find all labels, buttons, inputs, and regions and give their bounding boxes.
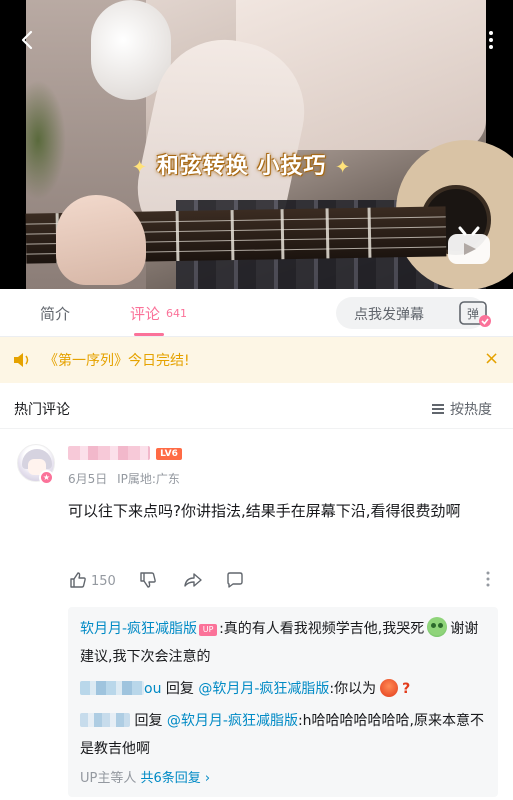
sort-icon xyxy=(432,404,444,414)
tab-intro[interactable]: 简介 xyxy=(40,303,70,324)
replies-footer[interactable]: UP主等人 共6条回复 › xyxy=(80,767,210,786)
reply-author-blurred[interactable] xyxy=(80,713,130,727)
reply-button[interactable] xyxy=(224,570,246,592)
reply-text: :你以为 xyxy=(329,681,377,697)
back-arrow-icon xyxy=(21,30,33,50)
chevron-right-icon: › xyxy=(204,771,211,786)
like-button[interactable]: 150 xyxy=(68,570,116,592)
danmaku-button-label: 弹 xyxy=(467,307,479,321)
sparkle-icon: ✦ xyxy=(132,157,149,178)
hot-comments-header: 热门评论 按热度 xyxy=(0,383,513,429)
replies-footer-prefix: UP主等人 xyxy=(80,771,137,786)
avatar-badge-icon: ★ xyxy=(39,470,54,485)
reply-text: :真的有人看我视频学吉他,我哭死 xyxy=(219,621,425,637)
video-caption: ✦ 和弦转换 小技巧 ✦ xyxy=(132,148,351,180)
video-caption-text: 和弦转换 小技巧 xyxy=(156,154,327,179)
username-blurred[interactable] xyxy=(68,446,150,460)
more-vertical-icon xyxy=(486,571,490,587)
level-badge: LV6 xyxy=(156,448,182,460)
replies-box[interactable]: 软月月-疯狂减脂版 UP:真的有人看我视频学吉他,我哭死 谢谢建议,我下次会注意的 … xyxy=(68,607,498,797)
video-player[interactable]: ✦ 和弦转换 小技巧 ✦ xyxy=(0,0,513,289)
reply-word: 回复 xyxy=(165,681,194,697)
tab-active-indicator xyxy=(134,333,164,336)
share-button[interactable] xyxy=(182,570,204,592)
more-options-button[interactable] xyxy=(483,28,499,54)
reply-mention[interactable]: @软月月-疯狂减脂版 xyxy=(167,713,298,729)
like-count: 150 xyxy=(91,574,116,589)
announcement-text: 《第一序列》今日完结! xyxy=(44,353,190,369)
comment-date: 6月5日 xyxy=(68,472,108,486)
video-plant xyxy=(26,80,66,200)
announcement-bar[interactable]: 《第一序列》今日完结! × xyxy=(0,337,513,383)
thumb-up-icon xyxy=(70,572,86,588)
more-vertical-icon xyxy=(489,31,493,35)
reply-item: ou 回复 @软月月-疯狂减脂版:你以为? xyxy=(80,675,410,703)
angry-emoji-icon xyxy=(380,679,399,697)
dislike-button[interactable] xyxy=(138,570,158,592)
video-frame xyxy=(25,0,513,289)
back-button[interactable] xyxy=(14,26,42,54)
danmaku-icon: 弹 xyxy=(459,301,491,327)
reply-author[interactable]: 软月月-疯狂减脂版 xyxy=(80,621,197,637)
comment-ip: IP属地:广东 xyxy=(117,472,180,486)
thumb-down-icon xyxy=(140,572,156,588)
reply-item: 软月月-疯狂减脂版 UP:真的有人看我视频学吉他,我哭死 谢谢建议,我下次会注意的 xyxy=(80,615,490,671)
reply-author-blurred[interactable] xyxy=(80,681,144,695)
tab-comments[interactable]: 评论 641 xyxy=(130,303,187,324)
tv-logo-icon xyxy=(444,222,494,268)
danmaku-placeholder: 点我发弹幕 xyxy=(354,307,424,323)
comment-text: 可以往下来点吗?你讲指法,结果手在屏幕下沿,看得很费劲啊 xyxy=(68,502,461,520)
reply-mention[interactable]: @软月月-疯狂减脂版 xyxy=(198,681,329,697)
reply-word: 回复 xyxy=(134,713,163,729)
reply-item: 回复 @软月月-疯狂减脂版:h哈哈哈哈哈哈哈,原来本意不是教吉他啊 xyxy=(80,707,490,763)
sort-label: 按热度 xyxy=(450,402,492,418)
sort-by-hot-button[interactable]: 按热度 xyxy=(432,399,492,419)
cry-emoji-icon xyxy=(427,617,448,637)
share-icon xyxy=(184,573,202,587)
sparkle-icon: ✦ xyxy=(335,157,352,178)
tab-comments-label: 评论 xyxy=(130,305,161,323)
comment-meta: 6月5日 IP属地:广东 xyxy=(68,470,180,487)
reply-author-suffix[interactable]: ou xyxy=(144,681,161,697)
up-badge: UP xyxy=(199,624,218,636)
view-all-replies-link[interactable]: 共6条回复 xyxy=(141,771,201,786)
hot-comments-title: 热门评论 xyxy=(14,402,70,418)
comment-more-button[interactable] xyxy=(484,570,492,592)
close-icon[interactable]: × xyxy=(484,348,499,369)
danmaku-toggle-button[interactable]: 弹 xyxy=(456,297,492,329)
comments-count: 641 xyxy=(166,307,188,320)
comment-actions: 150 xyxy=(68,570,500,592)
speaker-icon xyxy=(14,353,29,367)
reply-bubble-icon xyxy=(227,572,243,588)
reply-question-mark: ? xyxy=(402,681,411,697)
